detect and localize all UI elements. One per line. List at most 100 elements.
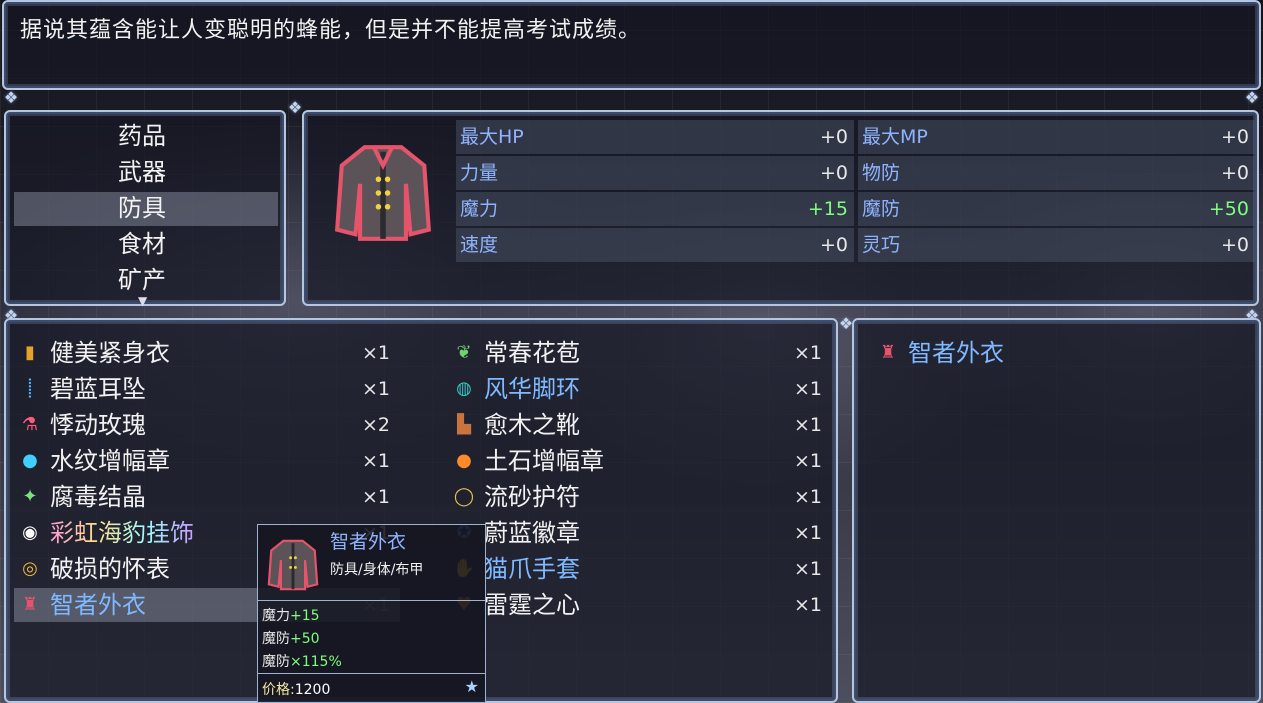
stat-label: 魔防 xyxy=(862,198,901,220)
equip-status-window: 最大HP +0 力量 +0 魔力 +15 速度 +0 最大MP +0 物防 +0… xyxy=(302,110,1259,306)
tooltip-item-name: 智者外衣 xyxy=(330,531,407,553)
star-icon: ★ xyxy=(464,677,479,696)
coat-icon xyxy=(334,145,432,241)
list-item[interactable]: ● 水纹增幅章 ×1 xyxy=(18,444,398,478)
stat-label: 最大MP xyxy=(862,126,928,148)
category-medicine[interactable]: 药品 xyxy=(118,120,166,152)
tooltip-price: 价格:1200 xyxy=(262,679,330,699)
item-name: 健美紧身衣 xyxy=(50,339,170,367)
item-quantity: ×1 xyxy=(794,486,823,508)
stat-label: 物防 xyxy=(862,162,901,184)
stat-row: 物防 +0 xyxy=(858,156,1255,190)
list-item[interactable]: ⚗ 悸动玫瑰 ×2 xyxy=(18,408,398,442)
orb-icon: ● xyxy=(456,450,472,471)
list-item[interactable]: ◍ 风华脚环 ×1 xyxy=(452,372,832,406)
crystal-icon: ✦ xyxy=(22,486,38,507)
list-item[interactable]: ⸽ 碧蓝耳坠 ×1 xyxy=(18,372,398,406)
equip-preview-window: ♜ 智者外衣 xyxy=(852,318,1261,703)
item-name: 蔚蓝徽章 xyxy=(484,519,580,547)
tooltip-stat-label: 魔防 xyxy=(262,654,290,670)
stat-row: 魔力 +15 xyxy=(456,192,854,226)
potion-icon: ⚗ xyxy=(21,414,39,435)
tooltip-stat-label: 魔防 xyxy=(262,631,290,647)
stat-row: 最大MP +0 xyxy=(858,120,1255,154)
item-quantity: ×1 xyxy=(362,342,391,364)
item-description: 据说其蕴含能让人变聪明的蜂能，但是并不能提高考试成绩。 xyxy=(20,18,642,43)
list-item[interactable]: ▮ 健美紧身衣 ×1 xyxy=(18,336,398,370)
list-item[interactable]: ❦ 常春花苞 ×1 xyxy=(452,336,832,370)
divider xyxy=(258,673,485,674)
category-minerals[interactable]: 矿产 xyxy=(118,264,166,296)
coat-icon: ♜ xyxy=(879,342,897,363)
category-weapons[interactable]: 武器 xyxy=(118,156,166,188)
stat-row: 速度 +0 xyxy=(456,228,854,262)
list-item[interactable]: ✦ 腐毒结晶 ×1 xyxy=(18,480,398,514)
coat-icon xyxy=(267,539,319,591)
price-label: 价格: xyxy=(262,682,295,698)
seal-charm-icon: ◉ xyxy=(22,522,38,543)
item-name: 碧蓝耳坠 xyxy=(50,375,146,403)
coat-icon: ♜ xyxy=(21,594,39,615)
tooltip-stat-value: +15 xyxy=(290,608,320,624)
tooltip-item-type: 防具/身体/布甲 xyxy=(330,562,424,578)
item-name: 愈木之靴 xyxy=(484,411,580,439)
tooltip-stat-value: +50 xyxy=(290,631,320,647)
tooltip-stat-line: 魔力+15 xyxy=(262,605,320,625)
category-window: 药品 武器 防具 食材 矿产 ▼ xyxy=(4,110,286,308)
stat-value: +50 xyxy=(1208,198,1249,220)
stat-value: +0 xyxy=(819,234,848,256)
item-name: 破损的怀表 xyxy=(50,555,170,583)
item-quantity: ×1 xyxy=(362,378,391,400)
stat-row: 最大HP +0 xyxy=(456,120,854,154)
orb-icon: ● xyxy=(22,450,38,471)
corner-ornament-icon: ❖ xyxy=(3,87,19,107)
item-quantity: ×1 xyxy=(794,450,823,472)
stat-value: +0 xyxy=(1220,234,1249,256)
pocket-watch-icon: ◎ xyxy=(22,558,38,579)
item-name: 智者外衣 xyxy=(50,591,146,619)
category-food[interactable]: 食材 xyxy=(118,228,166,260)
boots-icon: ▙ xyxy=(457,414,471,435)
divider xyxy=(258,600,485,601)
item-quantity: ×1 xyxy=(794,594,823,616)
item-name: 土石增幅章 xyxy=(484,447,604,475)
preview-item: ♜ 智者外衣 xyxy=(876,336,1236,370)
category-armor[interactable]: 防具 xyxy=(118,192,166,224)
item-name: 雷霆之心 xyxy=(484,591,580,619)
list-item[interactable]: ● 土石增幅章 ×1 xyxy=(452,444,832,478)
help-window: 据说其蕴含能让人变聪明的蜂能，但是并不能提高考试成绩。 xyxy=(2,0,1261,90)
stat-value: +0 xyxy=(1220,162,1249,184)
stat-row: 魔防 +50 xyxy=(858,192,1255,226)
scroll-down-arrow-icon[interactable]: ▼ xyxy=(138,294,147,308)
list-item[interactable]: ♥ 雷霆之心 ×1 xyxy=(452,588,832,622)
item-name: 猫爪手套 xyxy=(484,555,580,583)
corner-ornament-icon: ❖ xyxy=(1244,87,1260,107)
tooltip-stat-line: 魔防+50 xyxy=(262,628,320,648)
list-item[interactable]: ◯ 流砂护符 ×1 xyxy=(452,480,832,514)
item-tooltip: 智者外衣 防具/身体/布甲 魔力+15 魔防+50 魔防×115% 价格:120… xyxy=(257,524,486,703)
item-quantity: ×1 xyxy=(794,414,823,436)
list-item[interactable]: ▙ 愈木之靴 ×1 xyxy=(452,408,832,442)
stat-label: 魔力 xyxy=(460,198,499,220)
item-quantity: ×1 xyxy=(794,378,823,400)
vest-icon: ▮ xyxy=(25,342,35,363)
amulet-icon: ◯ xyxy=(453,486,475,507)
preview-item-name: 智者外衣 xyxy=(908,339,1004,367)
list-item[interactable]: ✪ 蔚蓝徽章 ×1 xyxy=(452,516,832,550)
item-quantity: ×1 xyxy=(362,450,391,472)
item-quantity: ×2 xyxy=(362,414,391,436)
tooltip-stat-label: 魔力 xyxy=(262,608,290,624)
item-name: 流砂护符 xyxy=(484,483,580,511)
item-name: 风华脚环 xyxy=(484,375,580,403)
item-name: 腐毒结晶 xyxy=(50,483,146,511)
item-quantity: ×1 xyxy=(794,558,823,580)
stat-label: 速度 xyxy=(460,234,499,256)
item-quantity: ×1 xyxy=(794,342,823,364)
stat-label: 力量 xyxy=(460,162,499,184)
tooltip-stat-value: ×115% xyxy=(290,654,342,670)
stat-value: +0 xyxy=(819,126,848,148)
item-name: 彩虹海豹挂饰 xyxy=(50,516,194,550)
earring-icon: ⸽ xyxy=(27,378,33,399)
stat-value: +15 xyxy=(807,198,848,220)
list-item[interactable]: ✋ 猫爪手套 ×1 xyxy=(452,552,832,586)
